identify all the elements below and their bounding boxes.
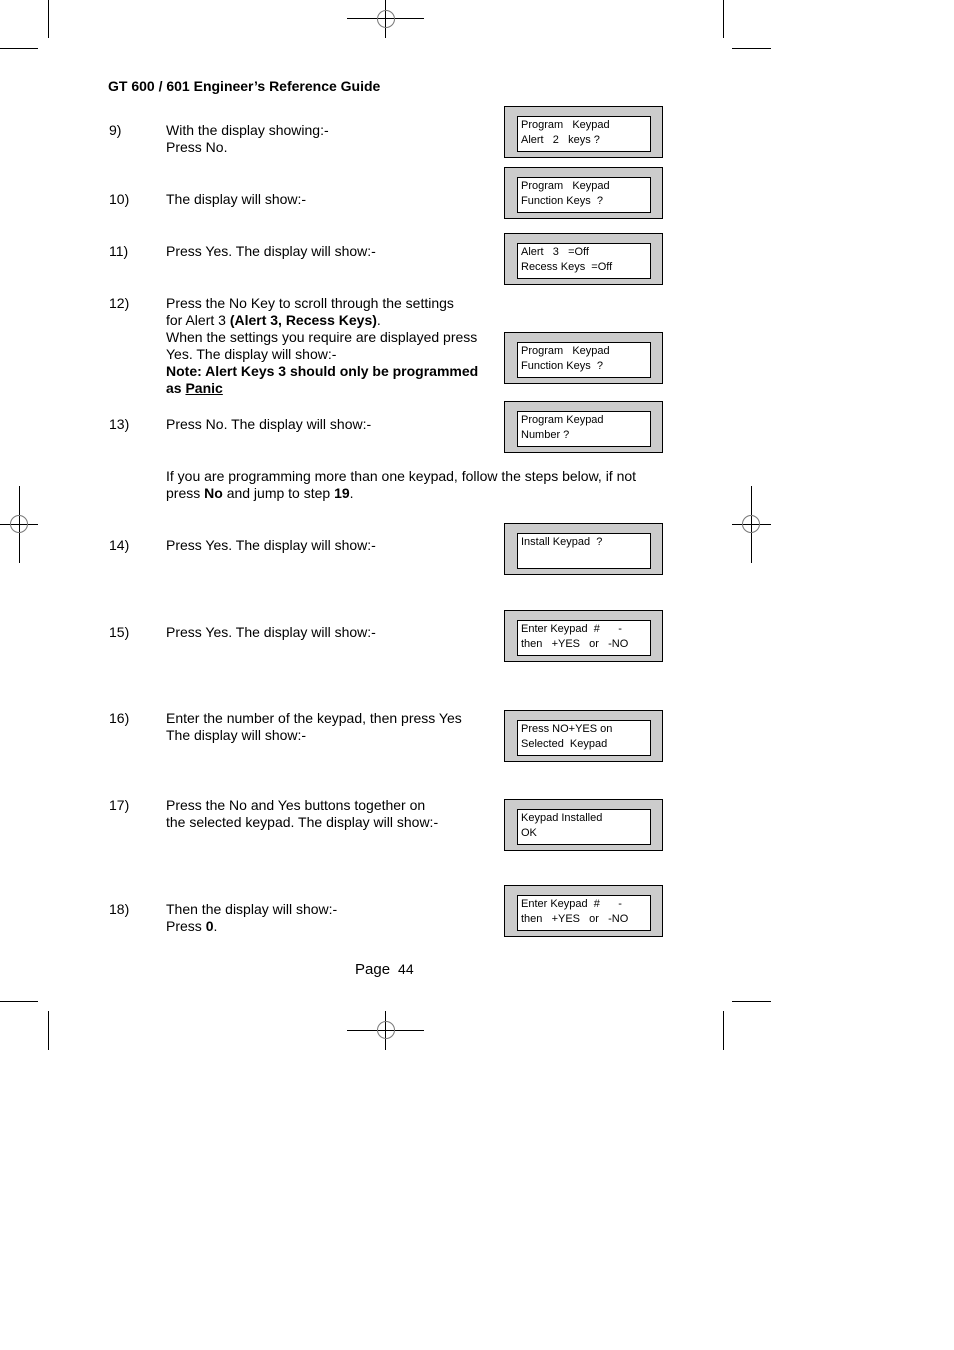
step-number: 15) <box>109 624 130 640</box>
step-text: Press Yes. The display will show:- <box>166 243 376 260</box>
lcd-screen: Alert 3 =Off Recess Keys =Off <box>517 243 651 279</box>
page-number: Page 44 <box>355 961 414 978</box>
lcd-display: Enter Keypad # - then +YES or -NO <box>504 885 663 937</box>
step-number: 11) <box>109 243 129 259</box>
step-number: 13) <box>109 416 130 432</box>
panic-emphasis: Panic <box>185 380 223 396</box>
lcd-display: Program Keypad Alert 2 keys ? <box>504 106 663 158</box>
crop-mark <box>48 1011 49 1050</box>
step-text: Press Yes. The display will show:- <box>166 624 376 641</box>
step-line: With the display showing:- <box>166 122 329 138</box>
step-number: 10) <box>109 191 130 207</box>
step-line: The display will show:- <box>166 191 307 207</box>
step-line: Yes. The display will show:- <box>166 346 337 362</box>
step-line: Then the display will show:- <box>166 901 338 917</box>
lcd-screen: Keypad Installed OK <box>517 809 651 845</box>
lcd-display: Press NO+YES on Selected Keypad <box>504 710 663 762</box>
step-number: 14) <box>109 537 130 553</box>
step-number: 9) <box>109 122 122 138</box>
step-line: The display will show:- <box>166 727 307 743</box>
lcd-display: Program Keypad Function Keys ? <box>504 332 663 384</box>
crop-mark <box>0 48 38 49</box>
note-line: If you are programming more than one key… <box>166 468 637 484</box>
lcd-display: Keypad Installed OK <box>504 799 663 851</box>
crop-mark <box>48 0 49 38</box>
step-line: Press Yes. The display will show:- <box>166 243 376 259</box>
step-line: Press Yes. The display will show:- <box>166 624 376 640</box>
multi-keypad-note: If you are programming more than one key… <box>166 468 636 502</box>
step-text: Press Yes. The display will show:- <box>166 537 376 554</box>
crop-mark <box>732 1001 771 1002</box>
step-line: Enter the number of the keypad, then pre… <box>166 710 462 726</box>
lcd-display: Alert 3 =Off Recess Keys =Off <box>504 233 663 285</box>
lcd-display: Install Keypad ? <box>504 523 663 575</box>
step-line: Press the No Key to scroll through the s… <box>166 295 454 311</box>
step-line: Press No. <box>166 139 228 155</box>
crop-mark <box>723 0 724 38</box>
crop-mark <box>732 48 771 49</box>
lcd-screen: Program Keypad Number ? <box>517 411 651 447</box>
note-line: as Panic <box>166 380 223 396</box>
step-text: Press the No and Yes buttons together on… <box>166 797 438 831</box>
lcd-display: Program Keypad Function Keys ? <box>504 167 663 219</box>
step-number: 17) <box>109 797 130 813</box>
step-line: Press No. The display will show:- <box>166 416 372 432</box>
step-line: the selected keypad. The display will sh… <box>166 814 439 830</box>
step-text: Press No. The display will show:- <box>166 416 371 433</box>
lcd-screen: Press NO+YES on Selected Keypad <box>517 720 651 756</box>
lcd-screen: Program Keypad Function Keys ? <box>517 177 651 213</box>
crop-mark <box>0 1001 38 1002</box>
step-number: 16) <box>109 710 130 726</box>
step-text: The display will show:- <box>166 191 306 208</box>
lcd-screen: Enter Keypad # - then +YES or -NO <box>517 895 651 931</box>
settings-emphasis: (Alert 3, Recess Keys) <box>229 312 377 328</box>
step-text: Enter the number of the keypad, then pre… <box>166 710 462 744</box>
step-line: When the settings you require are displa… <box>166 329 478 345</box>
step-line: Press the No and Yes buttons together on <box>166 797 426 813</box>
step-text: Press the No Key to scroll through the s… <box>166 295 478 397</box>
step-line: Press Yes. The display will show:- <box>166 537 376 553</box>
lcd-display: Enter Keypad # - then +YES or -NO <box>504 610 663 662</box>
lcd-display: Program Keypad Number ? <box>504 401 663 453</box>
step-line: Press 0. <box>166 918 218 934</box>
lcd-screen: Program Keypad Function Keys ? <box>517 342 651 378</box>
step-number: 12) <box>109 295 130 311</box>
step-text: Then the display will show:- Press 0. <box>166 901 337 935</box>
lcd-screen: Program Keypad Alert 2 keys ? <box>517 116 651 152</box>
crop-mark <box>723 1011 724 1050</box>
lcd-screen: Enter Keypad # - then +YES or -NO <box>517 620 651 656</box>
document-title: GT 600 / 601 Engineer’s Reference Guide <box>108 78 381 94</box>
note-line: press No and jump to step 19. <box>166 485 354 501</box>
step-number: 18) <box>109 901 130 917</box>
note-line: Note: Alert Keys 3 should only be progra… <box>166 363 479 379</box>
lcd-screen: Install Keypad ? <box>517 533 651 569</box>
step-line: for Alert 3 (Alert 3, Recess Keys). <box>166 312 381 328</box>
step-text: With the display showing:- Press No. <box>166 122 329 156</box>
